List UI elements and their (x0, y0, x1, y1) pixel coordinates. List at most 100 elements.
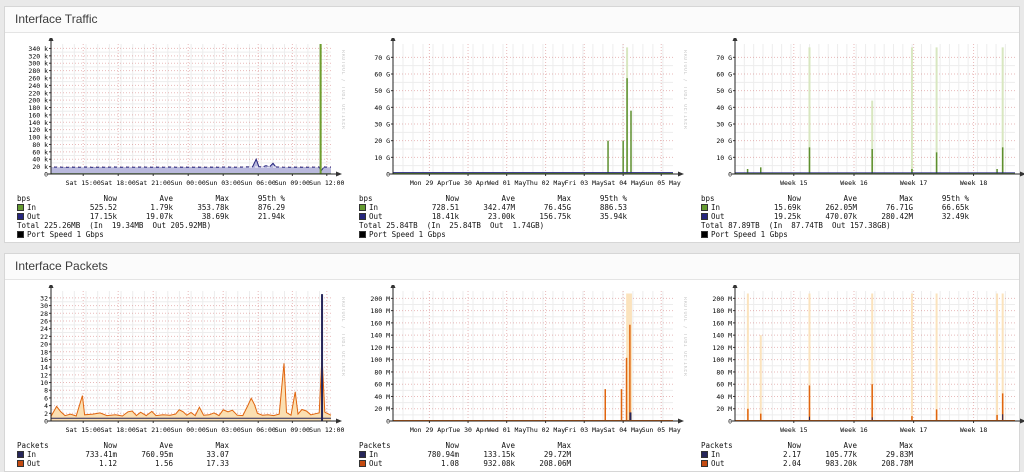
axis-label: 20 (40, 341, 48, 349)
legend-row-out: Out 2.04 983.20k 208.78M (701, 459, 1024, 468)
series-name: In (27, 203, 37, 212)
legend-col-header: Ave (159, 441, 173, 450)
legend-col-header: Max (215, 441, 229, 450)
legend-col-header: Max (899, 194, 913, 203)
series-name: In (369, 203, 379, 212)
axis-label: Sat 15:00 (66, 426, 101, 434)
axis-label: 60 M (716, 381, 732, 389)
axis-label: 2 (44, 410, 48, 418)
axis-label: Fri 03 May (565, 426, 604, 434)
axis-label: 60 G (374, 71, 390, 79)
legend-header-row: Packets Now Ave Max (359, 441, 691, 450)
axis-label: 120 M (712, 344, 732, 352)
legend-col-header: Now (103, 194, 117, 203)
axis-label: 70 G (716, 54, 732, 62)
packets-month-chart[interactable]: 0 20 M 40 M 60 M 80 M 100 M 120 M 140 M 160 M 180… (699, 282, 1024, 435)
legend-value: 156.75k (539, 212, 571, 221)
port-speed-text: Port Speed 1 Gbps (369, 230, 446, 239)
axis-label: Sat 18:00 (101, 426, 136, 434)
traffic-graphs-row: 0 20 k 40 k 60 k 80 k 100 k 120 k 140 k 160 k 180… (5, 33, 1024, 242)
legend-value: 932.08k (483, 459, 515, 468)
axis-label: Thu 02 May (526, 179, 565, 187)
traffic-day-graph-block[interactable]: 0 20 k 40 k 60 k 80 k 100 k 120 k 140 k 160 k 180… (15, 35, 349, 239)
series-name: In (369, 450, 379, 459)
legend-row-out: Out 18.41k 23.00k 156.75k 35.94k (359, 212, 691, 221)
legend-value: 133.15k (483, 450, 515, 459)
legend-header-row: Packets Now Ave Max (701, 441, 1024, 450)
port-speed-swatch-icon (359, 231, 366, 238)
axis-label: 26 (40, 318, 48, 326)
legend-value: 29.83M (885, 450, 913, 459)
rrdtool-watermark: RRDTOOL / TOBI OETIKER (682, 50, 687, 130)
series-swatch-icon (359, 451, 366, 458)
axis-label: 200 M (712, 295, 732, 303)
legend-value: 1.12 (98, 459, 117, 468)
axis-label: Sat 18:00 (101, 179, 136, 187)
axis-label: Sat 15:00 (66, 179, 101, 187)
panel-interface-traffic: Interface Traffic 0 20 k 40 k 60 k 80 k 100 k… (4, 6, 1024, 243)
axis-label: Tue 30 Apr (448, 426, 487, 434)
legend-col-header: 95th % (941, 194, 969, 203)
packets-day-chart[interactable]: 02468101214161820222426283032Sat 15:00 Sa… (15, 282, 346, 435)
legend-label-cell: In (701, 450, 745, 459)
axis-label: 120 k (28, 126, 48, 134)
legend-col-header: Ave (501, 194, 515, 203)
packets-week-graph-block[interactable]: 0 20 M 40 M 60 M 80 M 100 M 120 M 140 M 160 M 180… (357, 282, 691, 468)
axis-label: 32 (40, 294, 48, 302)
section-title-packets: Interface Packets (5, 254, 1019, 280)
series-name: Out (369, 212, 383, 221)
axis-label: 100 M (370, 356, 390, 364)
series-swatch-icon (17, 460, 24, 467)
y-axis-arrow-icon (48, 35, 54, 41)
legend-label-cell: Out (17, 212, 61, 221)
series-swatch-icon (701, 204, 708, 211)
axis-label: 24 (40, 325, 48, 333)
legend-label-cell: In (701, 203, 745, 212)
axis-label: 30 G (374, 121, 390, 129)
axis-label: 40 G (716, 104, 732, 112)
legend-row-in: In 733.41m 760.95m 33.07 (17, 450, 349, 459)
legend-unit-label: bps (701, 194, 715, 203)
axis-label: 200 M (370, 295, 390, 303)
traffic-week-chart[interactable]: 010 G20 G30 G40 G50 G60 G70 GMon 29 Apr T… (357, 35, 688, 188)
axis-label: Week 16 (840, 426, 867, 434)
legend-col-header: Ave (501, 441, 515, 450)
traffic-week-legend: bps Now Ave Max 95th % In 728.51 342.47M 76.45G 8… (359, 194, 691, 239)
axis-label: 80 k (32, 141, 48, 149)
axis-label: Sun 09:00 (275, 179, 310, 187)
series-name: Out (27, 459, 41, 468)
axis-label: 180 k (28, 104, 48, 112)
packets-day-graph-block[interactable]: 0 2 4 6 8 10 12 14 16 18 20 22 24 26 28 30 32 Sat 15:00 Sa… (15, 282, 349, 468)
x-axis-arrow-icon (678, 171, 684, 177)
traffic-week-graph-block[interactable]: 0 10 G 20 G 30 G 40 G 50 G 60 G 70 G Mon 29 Apr T… (357, 35, 691, 239)
legend-value: 35.94k (599, 212, 627, 221)
legend-total-line: Total 87.89TB (In 87.74TB Out 157.38GB) (701, 221, 891, 230)
legend-row-out: Out 17.15k 19.07k 38.69k 21.94k (17, 212, 349, 221)
legend-col-header: Now (445, 194, 459, 203)
legend-label-cell: Out (359, 212, 403, 221)
axis-label: 0 (44, 418, 48, 426)
legend-col-header: Now (103, 441, 117, 450)
packets-week-chart[interactable]: 0 20 M 40 M 60 M 80 M 100 M 120 M 140 M 160 M 180… (357, 282, 688, 435)
traffic-month-chart[interactable]: 0 10 G 20 G 30 G 40 G 50 G 60 G 70 G Week 15 Week… (699, 35, 1024, 188)
x-axis-arrow-icon (336, 418, 342, 424)
legend-row-out: Out 1.08 932.08k 208.06M (359, 459, 691, 468)
legend-label-cell: Out (359, 459, 403, 468)
x-axis-arrow-icon (1020, 171, 1024, 177)
axis-label: 140 k (28, 119, 48, 127)
axis-label: 0 (728, 418, 732, 426)
axis-label: Wed 01 May (487, 179, 526, 187)
traffic-day-chart[interactable]: 020 k40 k60 k80 k100 k120 k140 k160 k180… (15, 35, 346, 188)
axis-label: 160 M (712, 319, 732, 327)
legend-label-cell: In (359, 450, 403, 459)
legend-header-row: bps Now Ave Max 95th % (17, 194, 349, 203)
legend-value: 105.77k (825, 450, 857, 459)
series-swatch-icon (17, 451, 24, 458)
legend-port-speed-row: Port Speed 1 Gbps (701, 230, 1024, 239)
axis-label: 30 G (716, 121, 732, 129)
legend-value: 876.29 (257, 203, 285, 212)
axis-label: Week 16 (840, 179, 867, 187)
packets-month-graph-block[interactable]: 0 20 M 40 M 60 M 80 M 100 M 120 M 140 M 160 M 180… (699, 282, 1024, 468)
traffic-month-graph-block[interactable]: 0 10 G 20 G 30 G 40 G 50 G 60 G 70 G Week 15 Week… (699, 35, 1024, 239)
axis-label: Sun 05 May (642, 179, 681, 187)
